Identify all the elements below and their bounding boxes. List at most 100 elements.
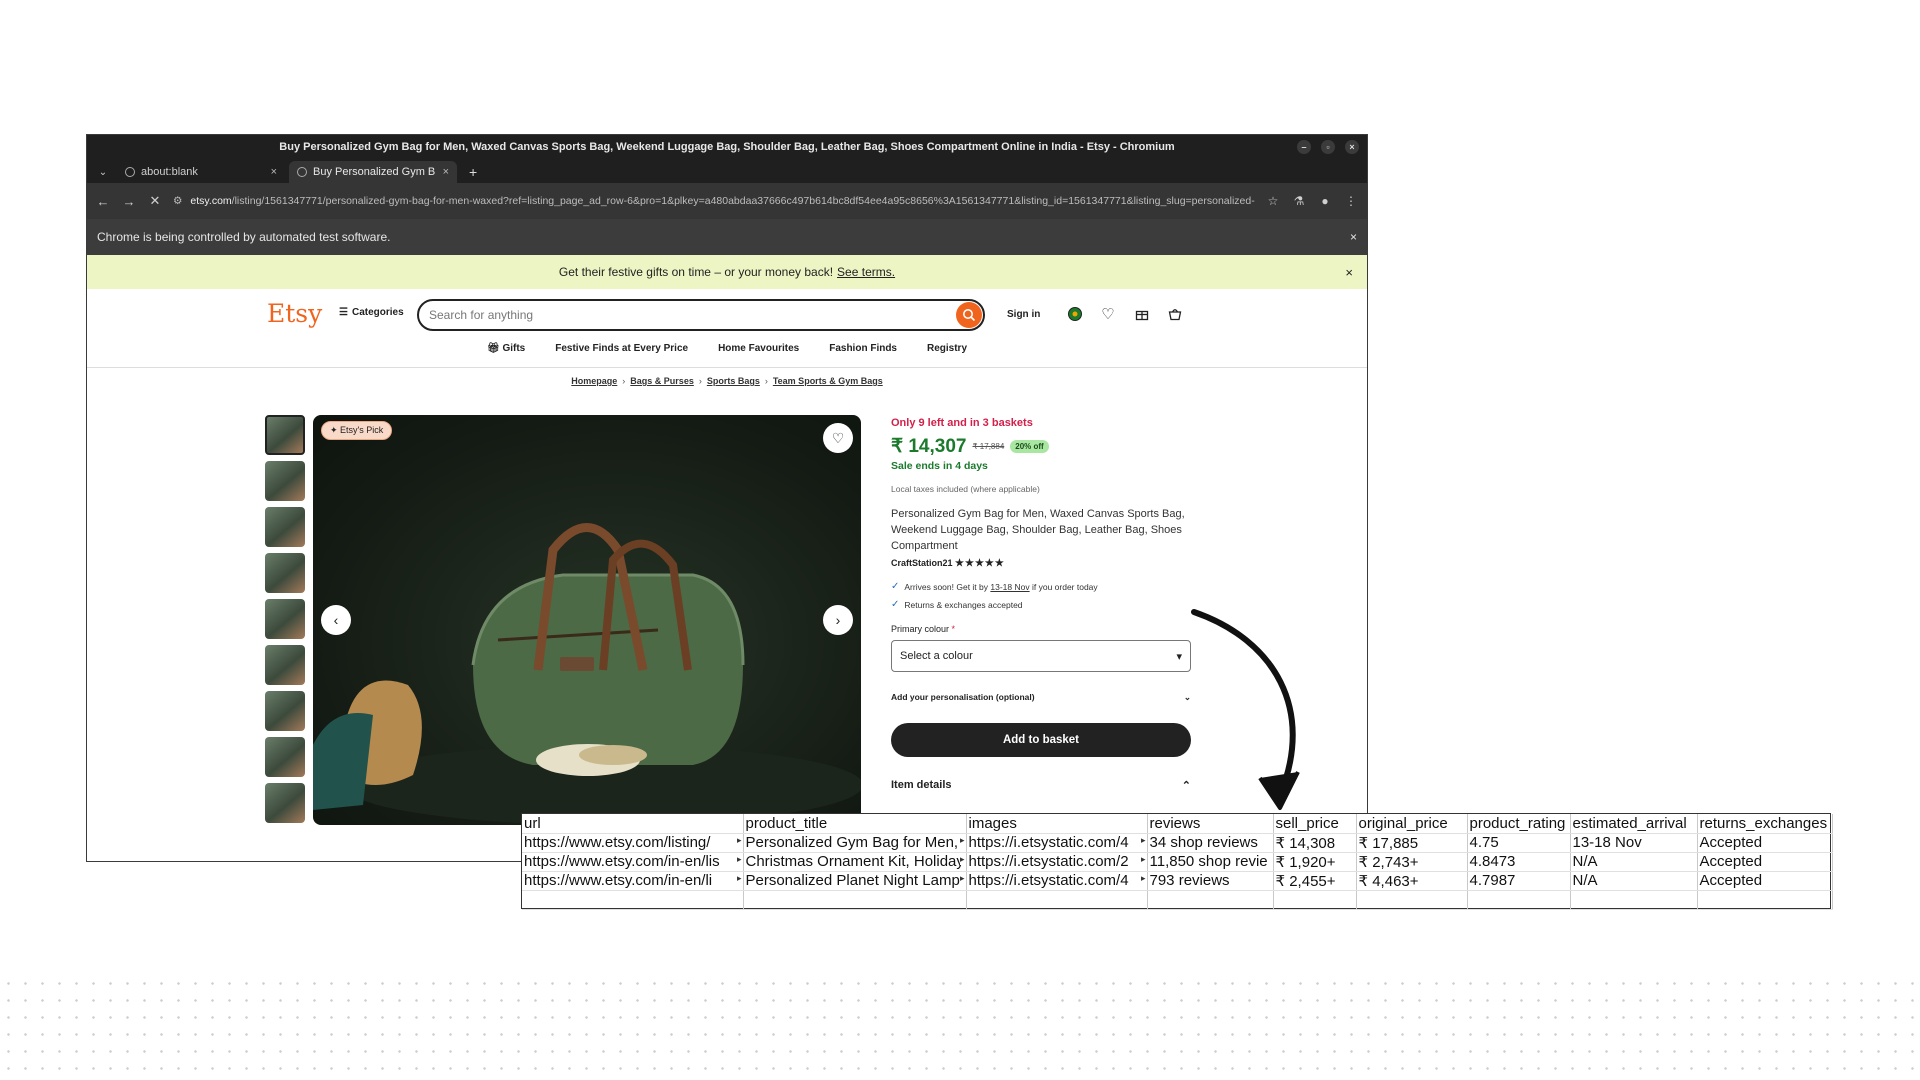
thumbnail-image[interactable] <box>265 645 305 685</box>
thumbnail-image[interactable] <box>265 461 305 501</box>
cell-original-price[interactable]: ₹ 4,463+ <box>1356 871 1468 891</box>
header-cell[interactable]: original_price <box>1356 814 1468 834</box>
favourite-heart-icon[interactable]: ♡ <box>823 423 853 453</box>
new-tab-button[interactable]: + <box>461 161 485 183</box>
cell-returns[interactable]: Accepted <box>1697 833 1833 853</box>
basket-icon[interactable] <box>1166 305 1184 323</box>
close-window-icon[interactable]: × <box>1345 140 1359 154</box>
empty-cell[interactable] <box>966 890 1148 910</box>
stop-icon[interactable]: ✕ <box>147 193 163 209</box>
cell-rating[interactable]: 4.7987 <box>1467 871 1571 891</box>
empty-cell[interactable] <box>1467 890 1571 910</box>
thumbnail-image[interactable] <box>265 783 305 823</box>
cell-sell-price[interactable]: ₹ 14,308 <box>1273 833 1357 853</box>
breadcrumb-sports-bags[interactable]: Sports Bags <box>707 376 760 386</box>
infobar-close-icon[interactable]: × <box>1350 230 1357 244</box>
thumbnail-image[interactable] <box>265 599 305 639</box>
tab-close-icon[interactable]: × <box>271 166 277 178</box>
cell-arrival[interactable]: 13-18 Nov <box>1570 833 1698 853</box>
cell-reviews[interactable]: 793 reviews <box>1147 871 1274 891</box>
sign-in-link[interactable]: Sign in <box>1007 309 1040 320</box>
site-info-icon[interactable]: ⚙ <box>173 195 182 207</box>
cell-images[interactable]: https://i.etsystatic.com/4 <box>966 833 1148 853</box>
nav-home-favourites[interactable]: Home Favourites <box>718 343 799 354</box>
search-button[interactable] <box>956 302 982 328</box>
header-cell[interactable]: returns_exchanges <box>1697 814 1833 834</box>
banner-close-icon[interactable]: × <box>1345 265 1353 280</box>
thumbnail-image[interactable] <box>265 553 305 593</box>
cell-url[interactable]: https://www.etsy.com/listing/ <box>522 833 744 853</box>
header-cell[interactable]: reviews <box>1147 814 1274 834</box>
product-main-image[interactable]: ✦ Etsy's Pick ♡ ‹ › <box>313 415 861 825</box>
forward-icon[interactable]: → <box>121 194 137 209</box>
cell-arrival[interactable]: N/A <box>1570 852 1698 872</box>
favourites-heart-icon[interactable]: ♡ <box>1099 305 1117 323</box>
search-input[interactable]: Search for anything <box>417 299 985 331</box>
add-to-basket-button[interactable]: Add to basket <box>891 723 1191 757</box>
cell-url[interactable]: https://www.etsy.com/in-en/lis <box>522 852 744 872</box>
empty-cell[interactable] <box>1570 890 1698 910</box>
cell-reviews[interactable]: 34 shop reviews <box>1147 833 1274 853</box>
tab-about-blank[interactable]: about:blank × <box>117 161 285 183</box>
colour-select[interactable]: Select a colour ▾ <box>891 640 1191 672</box>
cell-returns[interactable]: Accepted <box>1697 852 1833 872</box>
cell-sell-price[interactable]: ₹ 1,920+ <box>1273 852 1357 872</box>
empty-cell[interactable] <box>1356 890 1468 910</box>
header-cell[interactable]: product_rating <box>1467 814 1571 834</box>
thumbnail-image[interactable] <box>265 691 305 731</box>
header-cell[interactable]: images <box>966 814 1148 834</box>
cell-images[interactable]: https://i.etsystatic.com/4 <box>966 871 1148 891</box>
cell-rating[interactable]: 4.75 <box>1467 833 1571 853</box>
region-globe-icon[interactable] <box>1066 305 1084 323</box>
categories-button[interactable]: ☰ Categories <box>339 307 404 318</box>
address-bar[interactable]: ⚙ etsy.com/listing/1561347771/personaliz… <box>173 189 1255 213</box>
breadcrumb-team-sports[interactable]: Team Sports & Gym Bags <box>773 376 883 386</box>
maximize-icon[interactable]: ▫ <box>1321 140 1335 154</box>
tab-etsy-listing[interactable]: Buy Personalized Gym B × <box>289 161 457 183</box>
thumbnail-image[interactable] <box>265 507 305 547</box>
prev-image-chevron-icon[interactable]: ‹ <box>321 605 351 635</box>
empty-cell[interactable] <box>743 890 967 910</box>
header-cell[interactable]: url <box>522 814 744 834</box>
menu-kebab-icon[interactable]: ⋮ <box>1343 194 1359 208</box>
cell-product-title[interactable]: Personalized Gym Bag for Men, <box>743 833 967 853</box>
etsy-logo[interactable]: Etsy <box>267 299 322 328</box>
next-image-chevron-icon[interactable]: › <box>823 605 853 635</box>
cell-returns[interactable]: Accepted <box>1697 871 1833 891</box>
labs-flask-icon[interactable]: ⚗ <box>1291 194 1307 208</box>
thumbnail-image[interactable] <box>265 737 305 777</box>
breadcrumb-homepage[interactable]: Homepage <box>571 376 617 386</box>
tab-search-icon[interactable]: ⌄ <box>93 161 113 183</box>
nav-fashion-finds[interactable]: Fashion Finds <box>829 343 897 354</box>
back-icon[interactable]: ← <box>95 194 111 209</box>
cell-original-price[interactable]: ₹ 17,885 <box>1356 833 1468 853</box>
cell-original-price[interactable]: ₹ 2,743+ <box>1356 852 1468 872</box>
header-cell[interactable]: sell_price <box>1273 814 1357 834</box>
nav-festive-finds[interactable]: Festive Finds at Every Price <box>555 343 688 354</box>
item-details-toggle[interactable]: Item details ⌃ <box>891 779 1191 792</box>
nav-gifts[interactable]: 🎁︎ Gifts <box>487 343 525 354</box>
cell-rating[interactable]: 4.8473 <box>1467 852 1571 872</box>
empty-cell[interactable] <box>1697 890 1833 910</box>
nav-registry[interactable]: Registry <box>927 343 967 354</box>
cell-product-title[interactable]: Personalized Planet Night Lamp <box>743 871 967 891</box>
breadcrumb-bags-purses[interactable]: Bags & Purses <box>630 376 694 386</box>
cell-reviews[interactable]: 11,850 shop revie <box>1147 852 1274 872</box>
gift-icon[interactable] <box>1133 305 1151 323</box>
cell-sell-price[interactable]: ₹ 2,455+ <box>1273 871 1357 891</box>
cell-product-title[interactable]: Christmas Ornament Kit, Holiday <box>743 852 967 872</box>
cell-arrival[interactable]: N/A <box>1570 871 1698 891</box>
empty-cell[interactable] <box>1147 890 1274 910</box>
minimize-icon[interactable]: – <box>1297 140 1311 154</box>
profile-icon[interactable]: ● <box>1317 194 1333 208</box>
header-cell[interactable]: product_title <box>743 814 967 834</box>
banner-terms-link[interactable]: See terms. <box>837 265 895 279</box>
empty-cell[interactable] <box>522 890 744 910</box>
cell-url[interactable]: https://www.etsy.com/in-en/li <box>522 871 744 891</box>
cell-images[interactable]: https://i.etsystatic.com/2 <box>966 852 1148 872</box>
shop-name-link[interactable]: CraftStation21 <box>891 558 953 568</box>
arrival-dates[interactable]: 13-18 Nov <box>990 582 1029 592</box>
personalisation-toggle[interactable]: Add your personalisation (optional) ⌄ <box>891 692 1191 703</box>
empty-cell[interactable] <box>1273 890 1357 910</box>
bookmark-star-icon[interactable]: ☆ <box>1265 194 1281 208</box>
